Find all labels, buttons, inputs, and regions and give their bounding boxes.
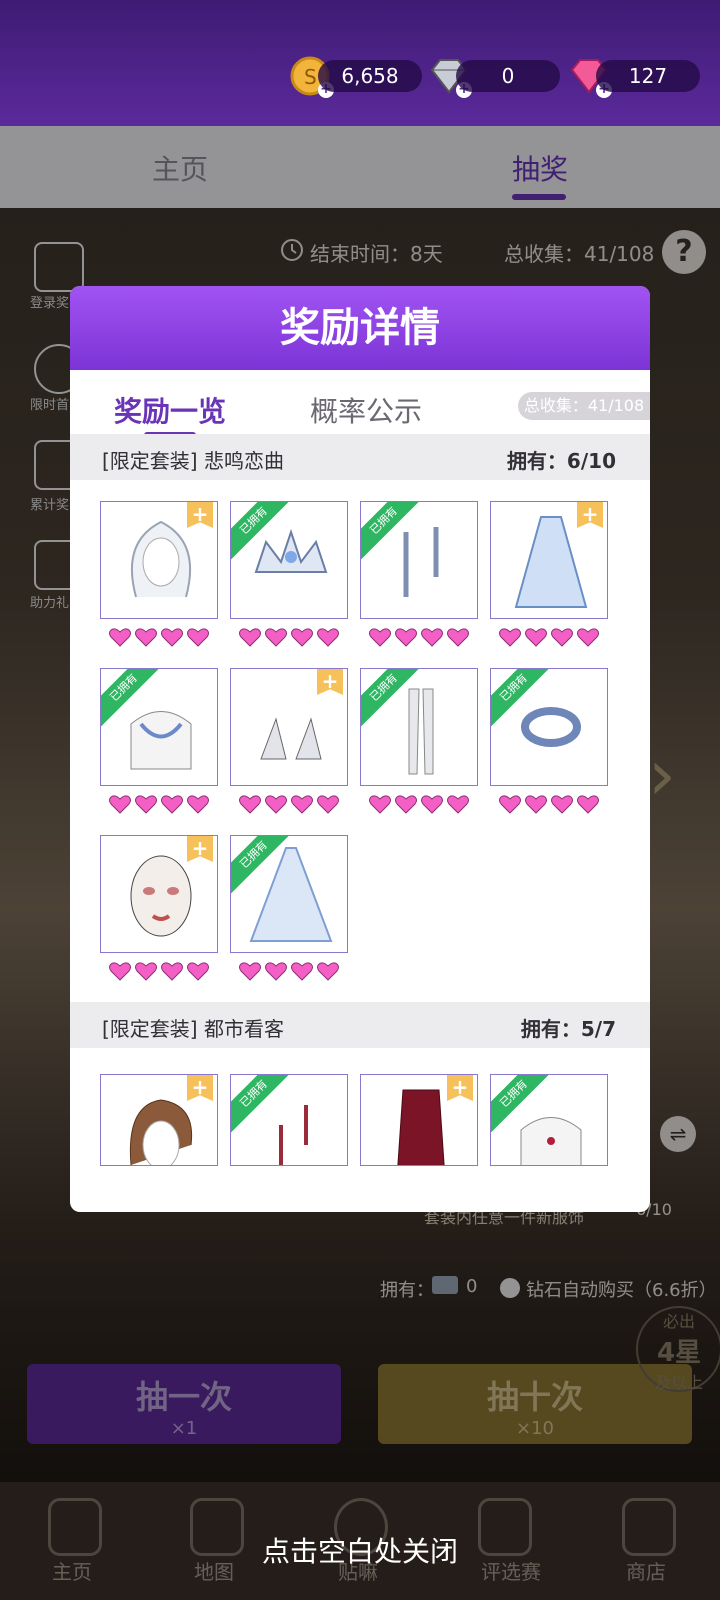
heart-icon	[239, 962, 261, 981]
heart-icon	[135, 795, 157, 814]
heart-icon	[187, 795, 209, 814]
rarity-hearts	[490, 792, 608, 818]
heart-icon	[291, 795, 313, 814]
heart-icon	[499, 628, 521, 647]
heart-icon	[577, 628, 599, 647]
section-owned-1: 拥有：6/10	[506, 449, 616, 473]
diamond-amount: 0	[456, 60, 560, 92]
heart-icon	[109, 628, 131, 647]
heart-icon	[187, 628, 209, 647]
heart-icon	[291, 628, 313, 647]
heart-icon	[239, 795, 261, 814]
rarity-hearts	[230, 959, 348, 985]
heart-icon	[525, 628, 547, 647]
reward-item-necklace[interactable]: 已拥有	[100, 668, 218, 786]
heart-icon	[317, 962, 339, 981]
reward-item-crown[interactable]: 已拥有	[230, 501, 348, 619]
section-name-2: [限定套装] 都市看客	[102, 1017, 284, 1041]
heart-icon	[447, 795, 469, 814]
heart-icon	[447, 628, 469, 647]
heart-icon	[187, 962, 209, 981]
rarity-hearts	[100, 792, 218, 818]
reward-item-hair-brown[interactable]: +	[100, 1074, 218, 1166]
reward-item-necklace-red[interactable]: 已拥有	[490, 1074, 608, 1166]
heart-icon	[551, 795, 573, 814]
heart-icon	[109, 962, 131, 981]
rarity-hearts	[490, 625, 608, 651]
reward-item-shoes[interactable]: +	[230, 668, 348, 786]
reward-item-veil[interactable]: 已拥有	[230, 835, 348, 953]
heart-icon	[421, 795, 443, 814]
tab-probability[interactable]: 概率公示	[310, 390, 422, 430]
reward-item-hair[interactable]: +	[100, 501, 218, 619]
close-tip: 点击空白处关闭	[261, 1535, 458, 1568]
heart-icon	[135, 962, 157, 981]
heart-icon	[317, 628, 339, 647]
heart-icon	[317, 795, 339, 814]
heart-icon	[265, 795, 287, 814]
heart-icon	[369, 628, 391, 647]
heart-icon	[395, 795, 417, 814]
heart-icon	[369, 795, 391, 814]
modal-title: 奖励详情	[70, 286, 650, 370]
heart-icon	[395, 628, 417, 647]
reward-item-earrings[interactable]: 已拥有	[360, 501, 478, 619]
heart-icon	[161, 795, 183, 814]
currency-bar: S + 6,658 + 0 + 127	[0, 0, 720, 126]
reward-item-dress-red[interactable]: +	[360, 1074, 478, 1166]
heart-icon	[161, 628, 183, 647]
rarity-hearts	[230, 792, 348, 818]
section-header-2: [限定套装] 都市看客 拥有：5/7	[70, 1002, 650, 1048]
total-collected-badge: 总收集：41/108	[518, 392, 650, 420]
reward-details-modal: 奖励详情 奖励一览 概率公示 总收集：41/108 [限定套装] 悲鸣恋曲 拥有…	[70, 286, 650, 1212]
rarity-hearts	[360, 792, 478, 818]
heart-icon	[161, 962, 183, 981]
rarity-hearts	[100, 959, 218, 985]
reward-item-earrings-red[interactable]: 已拥有	[230, 1074, 348, 1166]
section-header-1: [限定套装] 悲鸣恋曲 拥有：6/10	[70, 434, 650, 480]
heart-icon	[265, 962, 287, 981]
heart-icon	[577, 795, 599, 814]
heart-icon	[265, 628, 287, 647]
gold-amount: 6,658	[318, 60, 422, 92]
rarity-hearts	[360, 625, 478, 651]
heart-icon	[499, 795, 521, 814]
reward-item-makeup[interactable]: +	[100, 835, 218, 953]
heart-icon	[239, 628, 261, 647]
heart-icon	[421, 628, 443, 647]
rarity-hearts	[230, 625, 348, 651]
heart-icon	[109, 795, 131, 814]
heart-icon	[291, 962, 313, 981]
heart-icon	[525, 795, 547, 814]
section-owned-2: 拥有：5/7	[520, 1017, 616, 1041]
tab-reward-list[interactable]: 奖励一览	[114, 390, 226, 430]
section-name-1: [限定套装] 悲鸣恋曲	[102, 449, 284, 473]
svg-text:S: S	[304, 65, 317, 89]
rarity-hearts	[100, 625, 218, 651]
heart-icon	[551, 628, 573, 647]
reward-item-stockings[interactable]: 已拥有	[360, 668, 478, 786]
reward-item-dress[interactable]: +	[490, 501, 608, 619]
heart-icon	[135, 628, 157, 647]
reward-item-bracelet[interactable]: 已拥有	[490, 668, 608, 786]
gem-amount: 127	[596, 60, 700, 92]
